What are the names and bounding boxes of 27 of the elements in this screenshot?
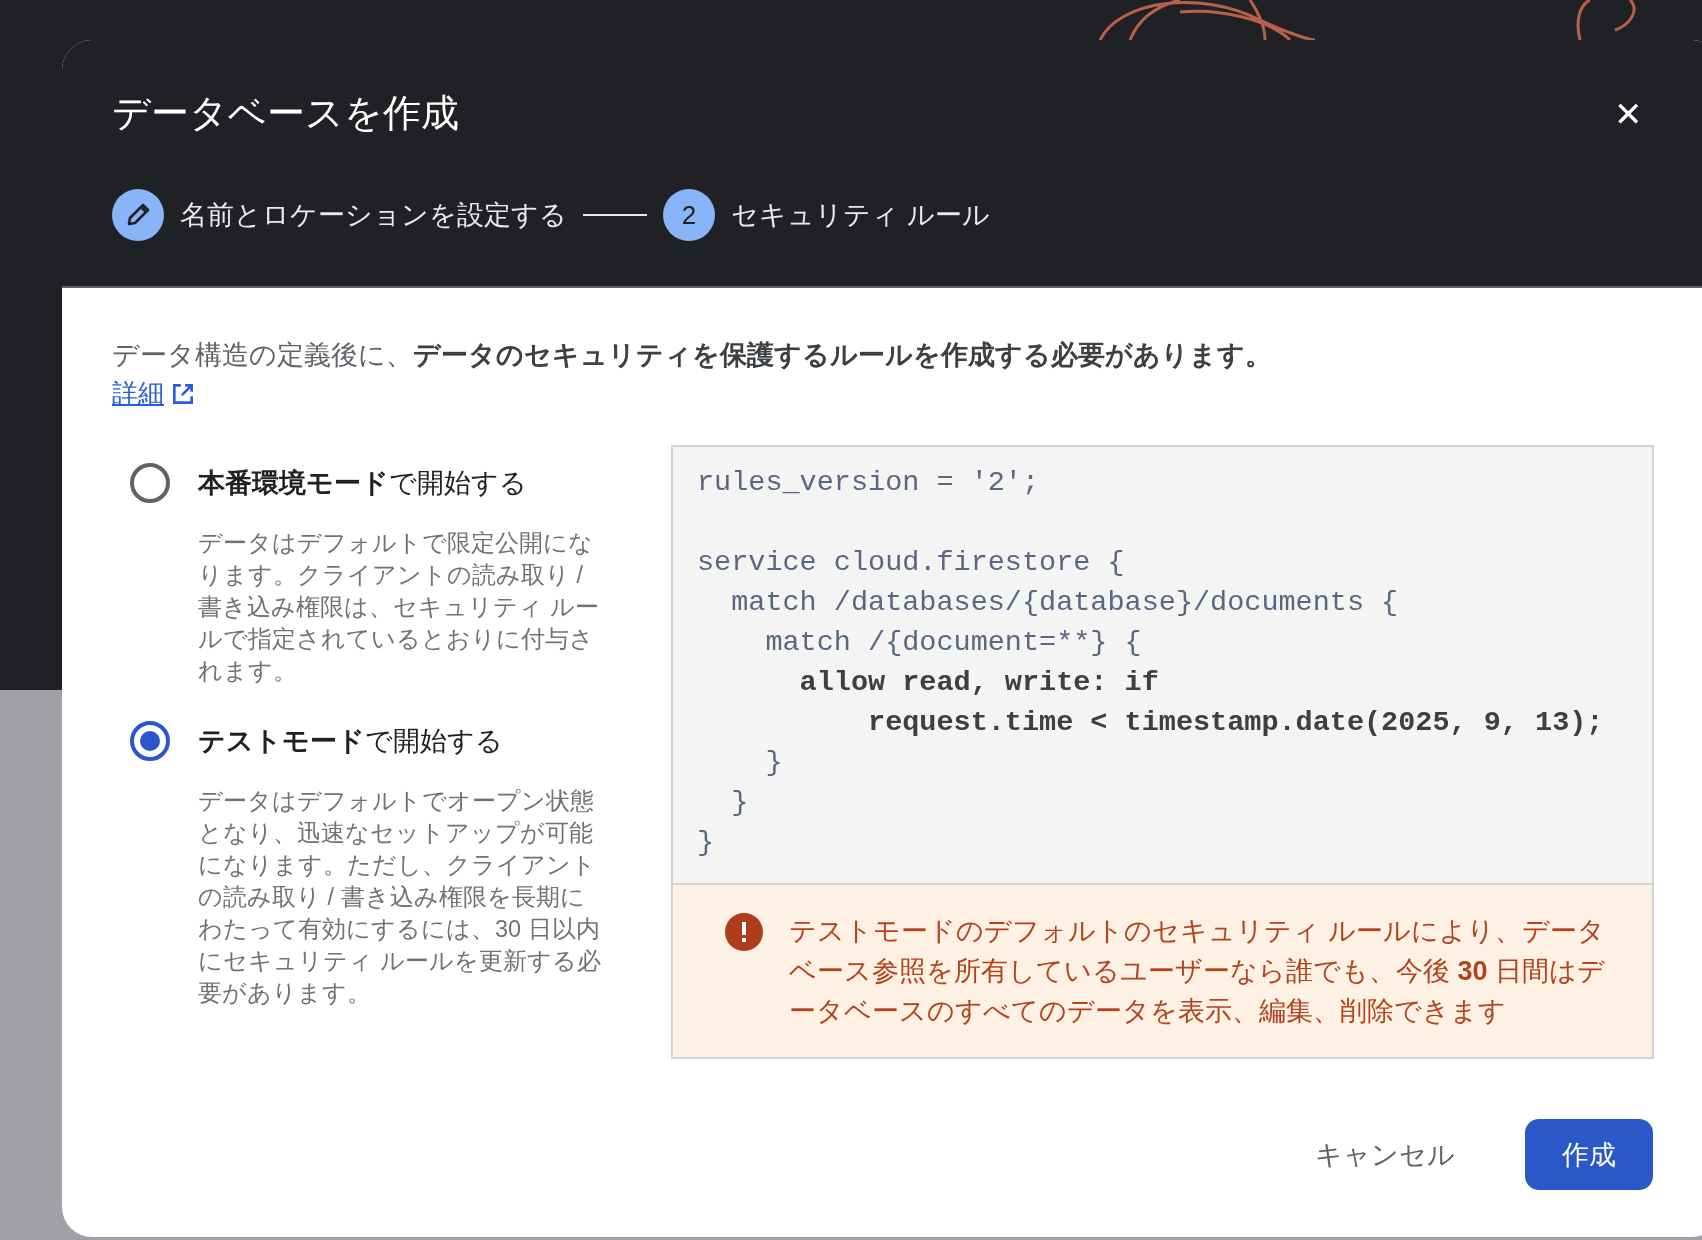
error-icon (725, 913, 763, 951)
close-button[interactable]: ✕ (1614, 96, 1642, 131)
code-line: rules_version = '2'; (697, 465, 1040, 501)
mode-description: データはデフォルトで限定公開になります。クライアントの読み取り / 書き込み権限は、セキュリティ ルールで指定されているとおりに付与されます。 (198, 529, 600, 686)
code-line: } (764, 745, 783, 781)
radio-button[interactable] (130, 721, 170, 761)
code-line: request.time < timestamp.date(2025, 9, 13); (867, 705, 1604, 741)
mode-label: テストモードで開始する (198, 725, 503, 758)
code-line: allow read, write: if (798, 665, 1159, 701)
edit-step-icon (112, 189, 164, 241)
step-number: 2 (663, 189, 715, 241)
mode-label: 本番環境モードで開始する (198, 467, 527, 500)
code-line: } (697, 825, 715, 861)
dialog-title: データベースを作成 (112, 91, 459, 136)
cancel-button[interactable]: キャンセル (1301, 1136, 1469, 1173)
learn-more-link[interactable]: 詳細 (112, 376, 196, 411)
code-line: match /databases/{database}/documents { (730, 585, 1399, 621)
step-label: セキュリティ ルール (731, 199, 990, 232)
warning-text: テストモードのデフォルトのセキュリティ ルールにより、データベース参照を所有しているユーザーなら誰でも、今後 30 日間はデータベースのすべてのデータを表示、編集、削除できます (789, 915, 1607, 1028)
code-line: } (730, 785, 749, 821)
create-button[interactable]: 作成 (1525, 1119, 1653, 1190)
code-line: service cloud.firestore { (697, 545, 1125, 581)
radio-button[interactable] (130, 463, 170, 503)
step-label: 名前とロケーションを設定する (180, 199, 567, 232)
mode-description: データはデフォルトでオープン状態となり、迅速なセットアップが可能になります。ただし、クライアントの読み取り / 書き込み権限を長期にわたって有効にするには、30 日以内にセキュリティ ルールを更新する必要があります。 (198, 787, 601, 1008)
intro-text: データ構造の定義後に、データのセキュリティを保護するルールを作成する必要があります。 (112, 339, 1273, 372)
code-line: match /{document=**} { (764, 625, 1142, 661)
